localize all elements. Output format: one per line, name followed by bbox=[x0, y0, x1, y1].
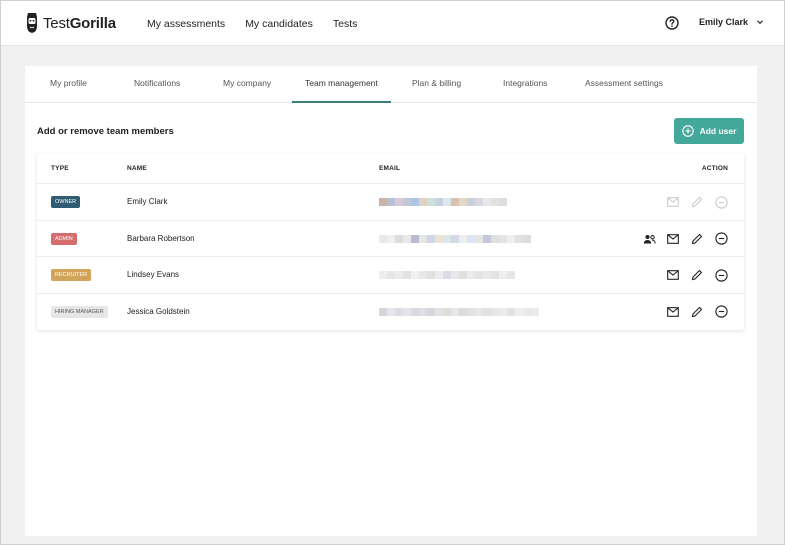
envelope-icon bbox=[667, 233, 679, 244]
team-members-table: TYPE NAME EMAIL ACTION OWNER Emily Clark bbox=[37, 154, 744, 330]
tab-plan-billing[interactable]: Plan & billing bbox=[412, 66, 461, 103]
header-type: TYPE bbox=[51, 165, 69, 172]
pencil-icon bbox=[691, 196, 703, 208]
envelope-icon bbox=[667, 197, 679, 207]
envelope-icon bbox=[667, 306, 679, 317]
email-button[interactable] bbox=[666, 232, 680, 246]
add-user-label: Add user bbox=[699, 126, 737, 136]
brand-name: TestGorilla bbox=[43, 14, 116, 32]
gorilla-logo-icon bbox=[27, 13, 37, 33]
pencil-icon bbox=[691, 233, 703, 244]
nav-my-candidates[interactable]: My candidates bbox=[245, 18, 313, 30]
envelope-icon bbox=[667, 270, 679, 280]
member-name: Jessica Goldstein bbox=[127, 306, 190, 316]
email-button[interactable] bbox=[666, 305, 680, 319]
add-user-button[interactable]: Add user bbox=[674, 118, 744, 144]
minus-circle-icon bbox=[714, 305, 728, 318]
row-actions bbox=[656, 305, 728, 319]
users-icon bbox=[643, 234, 656, 244]
pencil-icon bbox=[691, 306, 703, 317]
edit-button[interactable] bbox=[690, 232, 704, 246]
top-navigation-bar: TestGorilla My assessments My candidates… bbox=[1, 1, 784, 46]
minus-circle-icon bbox=[714, 232, 728, 245]
table-header: TYPE NAME EMAIL ACTION bbox=[37, 154, 744, 184]
header-email: EMAIL bbox=[379, 165, 401, 172]
table-row: RECRUITER Lindsey Evans bbox=[37, 257, 744, 294]
remove-button[interactable] bbox=[714, 195, 728, 209]
email-redacted bbox=[379, 271, 515, 279]
remove-button[interactable] bbox=[714, 305, 728, 319]
chevron-down-icon bbox=[757, 20, 763, 25]
settings-tabs: My profile Notifications My company Team… bbox=[25, 66, 757, 103]
minus-circle-icon bbox=[714, 195, 728, 209]
row-actions bbox=[632, 232, 728, 246]
remove-button[interactable] bbox=[714, 232, 728, 246]
role-badge: ADMIN bbox=[51, 232, 77, 245]
help-icon[interactable] bbox=[665, 16, 679, 30]
header-name: NAME bbox=[127, 165, 147, 172]
table-row: ADMIN Barbara Robertson bbox=[37, 221, 744, 257]
tab-my-company[interactable]: My company bbox=[223, 66, 271, 103]
header-action: ACTION bbox=[701, 165, 728, 172]
edit-button[interactable] bbox=[690, 305, 704, 319]
remove-button[interactable] bbox=[714, 268, 728, 282]
table-row: OWNER Emily Clark bbox=[37, 184, 744, 221]
email-button[interactable] bbox=[666, 195, 680, 209]
user-name: Emily Clark bbox=[699, 17, 749, 27]
tab-assessment-settings[interactable]: Assessment settings bbox=[585, 66, 663, 103]
role-badge: RECRUITER bbox=[51, 269, 92, 281]
role-badge: HIRING MANAGER bbox=[51, 305, 108, 318]
tab-team-management[interactable]: Team management bbox=[292, 66, 391, 103]
tab-integrations[interactable]: Integrations bbox=[503, 66, 547, 103]
email-button[interactable] bbox=[666, 268, 680, 282]
nav-tests[interactable]: Tests bbox=[333, 18, 358, 30]
user-menu[interactable]: Emily Clark bbox=[699, 17, 764, 27]
settings-card: My profile Notifications My company Team… bbox=[25, 66, 757, 536]
table-row: HIRING MANAGER Jessica Goldstein bbox=[37, 294, 744, 331]
edit-button[interactable] bbox=[690, 268, 704, 282]
edit-button[interactable] bbox=[690, 195, 704, 209]
pencil-icon bbox=[691, 269, 703, 281]
testgorilla-logo[interactable]: TestGorilla bbox=[25, 11, 116, 35]
plus-circle-icon bbox=[681, 125, 694, 137]
role-badge: OWNER bbox=[51, 196, 81, 208]
tab-my-profile[interactable]: My profile bbox=[50, 66, 87, 103]
section-title: Add or remove team members bbox=[37, 126, 174, 137]
main-nav: My assessments My candidates Tests bbox=[147, 1, 377, 46]
minus-circle-icon bbox=[714, 268, 728, 282]
tab-notifications[interactable]: Notifications bbox=[134, 66, 180, 103]
member-name: Lindsey Evans bbox=[127, 270, 180, 279]
email-redacted bbox=[379, 307, 539, 316]
transfer-ownership-button[interactable] bbox=[642, 232, 656, 246]
email-redacted bbox=[379, 198, 507, 206]
nav-my-assessments[interactable]: My assessments bbox=[147, 18, 225, 30]
member-name: Emily Clark bbox=[127, 197, 168, 206]
email-redacted bbox=[379, 234, 531, 243]
row-actions bbox=[656, 195, 728, 209]
row-actions bbox=[656, 268, 728, 282]
member-name: Barbara Robertson bbox=[127, 233, 195, 243]
